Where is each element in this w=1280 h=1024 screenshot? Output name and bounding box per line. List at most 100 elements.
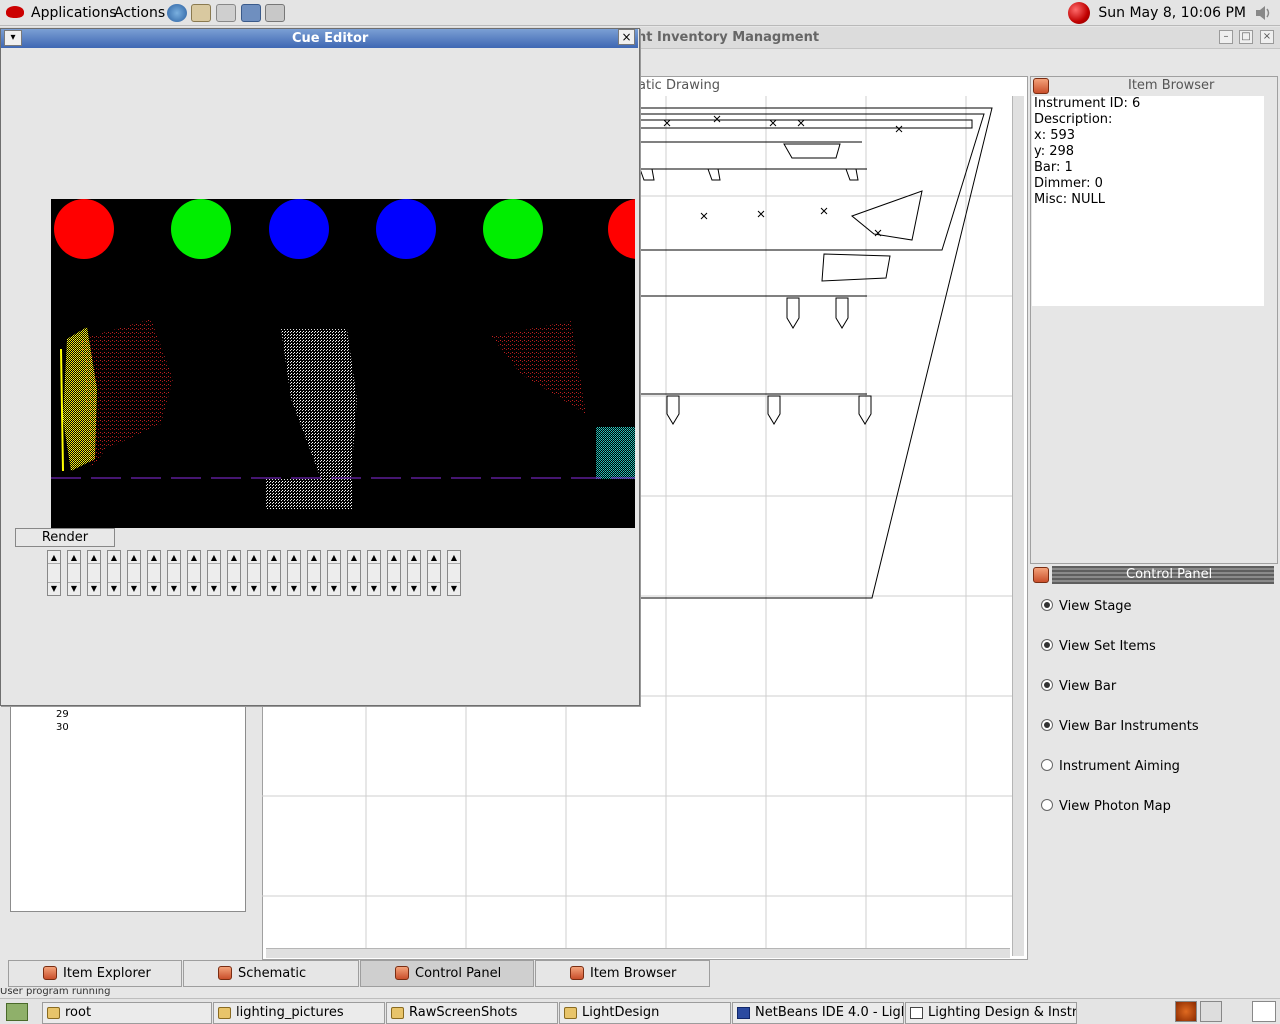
task-lighting-design[interactable]: Lighting Design & Instrun: [905, 1002, 1077, 1024]
arrow-down-icon[interactable]: ▼: [308, 582, 320, 594]
arrow-down-icon[interactable]: ▼: [328, 582, 340, 594]
arrow-down-icon[interactable]: ▼: [168, 582, 180, 594]
arrow-up-icon[interactable]: ▲: [68, 552, 80, 564]
arrow-up-icon[interactable]: ▲: [108, 552, 120, 564]
dimmer-spinner[interactable]: ▲ ▼: [327, 550, 341, 596]
dimmer-spinner[interactable]: ▲ ▼: [407, 550, 421, 596]
schematic-horizontal-scrollbar[interactable]: [266, 948, 1010, 958]
print-launcher-icon[interactable]: [265, 4, 285, 22]
arrow-down-icon[interactable]: ▼: [228, 582, 240, 594]
arrow-down-icon[interactable]: ▼: [348, 582, 360, 594]
redhat-icon[interactable]: [6, 6, 24, 18]
arrow-up-icon[interactable]: ▲: [348, 552, 360, 564]
render-button[interactable]: Render: [15, 528, 115, 547]
arrow-up-icon[interactable]: ▲: [228, 552, 240, 564]
tab-item-explorer[interactable]: Item Explorer: [8, 960, 182, 987]
dimmer-spinner[interactable]: ▲ ▼: [227, 550, 241, 596]
minimize-button[interactable]: –: [1219, 30, 1233, 44]
dimmer-spinner[interactable]: ▲ ▼: [367, 550, 381, 596]
close-icon[interactable]: ×: [618, 29, 635, 45]
dimmer-spinner[interactable]: ▲ ▼: [387, 550, 401, 596]
radio-view-bar[interactable]: View Bar: [1041, 679, 1116, 694]
actions-menu[interactable]: Actions: [114, 5, 165, 21]
dimmer-spinner[interactable]: ▲ ▼: [47, 550, 61, 596]
arrow-down-icon[interactable]: ▼: [48, 582, 60, 594]
arrow-up-icon[interactable]: ▲: [308, 552, 320, 564]
arrow-down-icon[interactable]: ▼: [368, 582, 380, 594]
dimmer-spinner[interactable]: ▲ ▼: [67, 550, 81, 596]
dimmer-spinner[interactable]: ▲ ▼: [427, 550, 441, 596]
browser-launcher-icon[interactable]: [167, 4, 187, 22]
writer-launcher-icon[interactable]: [216, 4, 236, 22]
item-explorer-list[interactable]: [10, 706, 246, 912]
workspace-pager-icon[interactable]: [1252, 1001, 1276, 1022]
task-light-design[interactable]: LightDesign: [559, 1002, 731, 1024]
radio-view-photon-map[interactable]: View Photon Map: [1041, 799, 1171, 814]
close-button[interactable]: ×: [1260, 30, 1274, 44]
radio-view-stage[interactable]: View Stage: [1041, 599, 1132, 614]
firefox-tray-icon[interactable]: [1175, 1001, 1197, 1022]
dimmer-spinner[interactable]: ▲ ▼: [127, 550, 141, 596]
task-lighting-pictures[interactable]: lighting_pictures: [213, 1002, 385, 1024]
arrow-up-icon[interactable]: ▲: [328, 552, 340, 564]
radio-icon[interactable]: [1041, 599, 1053, 611]
arrow-down-icon[interactable]: ▼: [208, 582, 220, 594]
schematic-vertical-scrollbar[interactable]: [1012, 96, 1024, 956]
workspace-switcher-icon[interactable]: [1228, 1001, 1250, 1022]
show-desktop-icon[interactable]: [6, 1003, 28, 1021]
arrow-down-icon[interactable]: ▼: [88, 582, 100, 594]
arrow-down-icon[interactable]: ▼: [268, 582, 280, 594]
radio-icon[interactable]: [1041, 759, 1053, 771]
list-item[interactable]: 30: [56, 722, 69, 733]
tab-control-panel[interactable]: Control Panel: [360, 960, 534, 987]
arrow-down-icon[interactable]: ▼: [388, 582, 400, 594]
arrow-up-icon[interactable]: ▲: [128, 552, 140, 564]
arrow-down-icon[interactable]: ▼: [448, 582, 460, 594]
maximize-button[interactable]: □: [1239, 30, 1253, 44]
alert-icon[interactable]: [1068, 2, 1090, 24]
tab-schematic-drawing[interactable]: Schematic Drawing: [183, 960, 359, 1007]
presentation-launcher-icon[interactable]: [241, 4, 261, 22]
arrow-up-icon[interactable]: ▲: [408, 552, 420, 564]
dimmer-spinner[interactable]: ▲ ▼: [347, 550, 361, 596]
arrow-up-icon[interactable]: ▲: [88, 552, 100, 564]
arrow-down-icon[interactable]: ▼: [408, 582, 420, 594]
dimmer-spinner[interactable]: ▲ ▼: [87, 550, 101, 596]
arrow-down-icon[interactable]: ▼: [108, 582, 120, 594]
arrow-up-icon[interactable]: ▲: [148, 552, 160, 564]
dimmer-spinner[interactable]: ▲ ▼: [267, 550, 281, 596]
clock[interactable]: Sun May 8, 10:06 PM: [1098, 5, 1246, 21]
dimmer-spinner[interactable]: ▲ ▼: [147, 550, 161, 596]
arrow-up-icon[interactable]: ▲: [448, 552, 460, 564]
dimmer-spinner[interactable]: ▲ ▼: [287, 550, 301, 596]
arrow-down-icon[interactable]: ▼: [288, 582, 300, 594]
arrow-up-icon[interactable]: ▲: [188, 552, 200, 564]
email-launcher-icon[interactable]: [191, 4, 211, 22]
arrow-up-icon[interactable]: ▲: [368, 552, 380, 564]
radio-icon[interactable]: [1041, 719, 1053, 731]
arrow-down-icon[interactable]: ▼: [248, 582, 260, 594]
radio-view-bar-instruments[interactable]: View Bar Instruments: [1041, 719, 1199, 734]
arrow-up-icon[interactable]: ▲: [208, 552, 220, 564]
dimmer-spinner[interactable]: ▲ ▼: [167, 550, 181, 596]
radio-icon[interactable]: [1041, 799, 1053, 811]
radio-icon[interactable]: [1041, 679, 1053, 691]
dimmer-spinner[interactable]: ▲ ▼: [447, 550, 461, 596]
arrow-down-icon[interactable]: ▼: [128, 582, 140, 594]
task-root[interactable]: root: [42, 1002, 212, 1024]
radio-view-set-items[interactable]: View Set Items: [1041, 639, 1156, 654]
arrow-down-icon[interactable]: ▼: [68, 582, 80, 594]
arrow-up-icon[interactable]: ▲: [268, 552, 280, 564]
radio-icon[interactable]: [1041, 639, 1053, 651]
arrow-up-icon[interactable]: ▲: [288, 552, 300, 564]
list-item[interactable]: 29: [56, 709, 69, 720]
task-netbeans[interactable]: NetBeans IDE 4.0 - Light: [732, 1002, 904, 1024]
arrow-up-icon[interactable]: ▲: [388, 552, 400, 564]
dimmer-spinner[interactable]: ▲ ▼: [247, 550, 261, 596]
dimmer-spinner[interactable]: ▲ ▼: [187, 550, 201, 596]
volume-icon[interactable]: [1254, 4, 1272, 22]
window-menu-icon[interactable]: ▾: [4, 30, 22, 46]
dimmer-spinner[interactable]: ▲ ▼: [107, 550, 121, 596]
applications-menu[interactable]: Applications: [31, 5, 117, 21]
workspace-icon[interactable]: [1200, 1001, 1222, 1022]
